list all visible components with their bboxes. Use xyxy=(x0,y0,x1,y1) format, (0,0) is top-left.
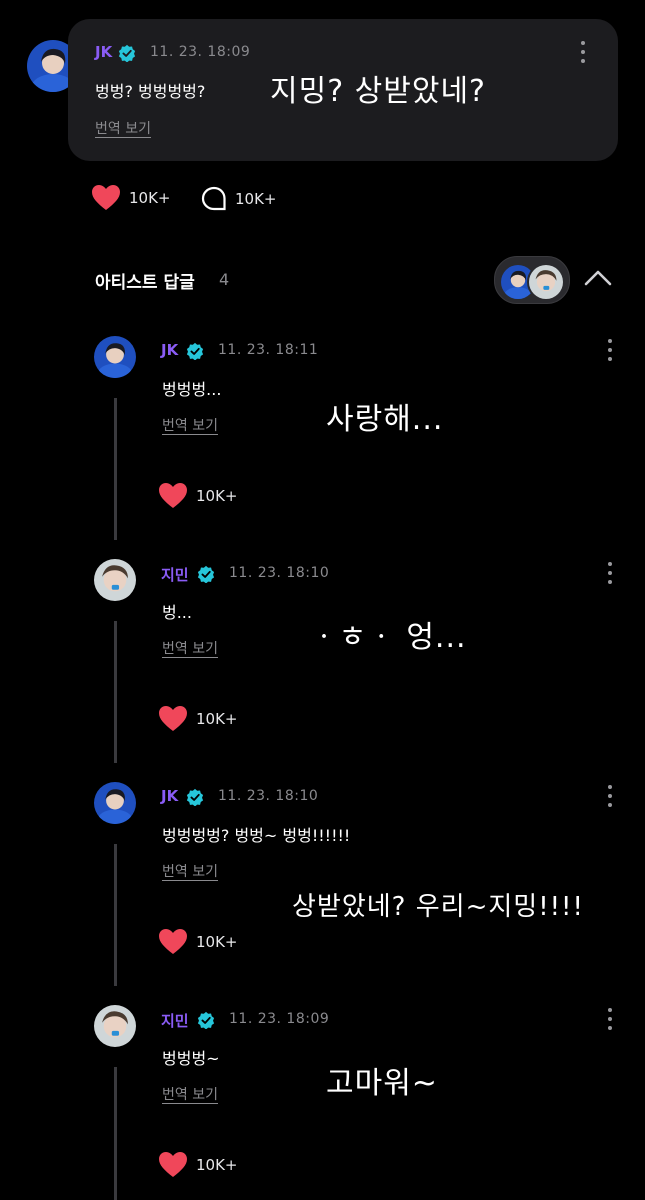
thread-line xyxy=(114,621,117,763)
reply-avatars-group[interactable] xyxy=(494,256,570,304)
heart-icon xyxy=(159,929,187,954)
reply-timestamp: 11. 23. 18:11 xyxy=(218,342,319,358)
thread-line xyxy=(114,1067,117,1200)
avatar-jk[interactable] xyxy=(94,336,136,378)
reply-message: 벙... xyxy=(162,603,192,622)
chevron-up-icon[interactable] xyxy=(583,266,613,288)
heart-icon xyxy=(92,185,120,210)
heart-icon xyxy=(159,483,187,508)
post-like-count: 10K+ xyxy=(129,188,171,207)
verified-badge-icon xyxy=(186,342,204,360)
kebab-menu-icon[interactable] xyxy=(607,562,613,584)
kebab-menu-icon[interactable] xyxy=(580,41,586,63)
reply-like-count: 10K+ xyxy=(196,1155,238,1174)
reply-message: 벙벙벙벙? 벙벙~ 벙벙!!!!!! xyxy=(162,826,351,845)
reply-like-count: 10K+ xyxy=(196,486,238,505)
reply-translate-link[interactable]: 번역 보기 xyxy=(162,861,218,881)
comment-thread-screen: JK 11. 23. 18:09 벙벙? 벙벙벙벙? 번역 보기 지밍? 상받았… xyxy=(0,0,645,1200)
reply-timestamp: 11. 23. 18:10 xyxy=(218,788,319,804)
overlay-caption: ㆍㅎㆍ 엉... xyxy=(310,620,467,655)
reply-author-name[interactable]: 지민 xyxy=(161,564,189,585)
avatar-jimin[interactable] xyxy=(94,1005,136,1047)
kebab-menu-icon[interactable] xyxy=(607,1008,613,1030)
reply-message: 벙벙벙~ xyxy=(162,1049,220,1068)
reply-timestamp: 11. 23. 18:10 xyxy=(229,565,330,581)
post-timestamp: 11. 23. 18:09 xyxy=(150,44,251,60)
kebab-menu-icon[interactable] xyxy=(607,785,613,807)
artist-replies-count: 4 xyxy=(219,270,230,289)
reply-translate-link[interactable]: 번역 보기 xyxy=(162,415,218,435)
reply-like-button[interactable]: 10K+ xyxy=(158,1151,238,1178)
reply-author-name[interactable]: JK xyxy=(161,341,178,359)
overlay-caption: 상받았네? 우리~지밍!!!! xyxy=(292,892,584,922)
post-author-name[interactable]: JK xyxy=(95,43,112,61)
avatar-jimin[interactable] xyxy=(94,559,136,601)
reply-like-count: 10K+ xyxy=(196,932,238,951)
reply-like-button[interactable]: 10K+ xyxy=(158,705,238,732)
heart-icon xyxy=(159,706,187,731)
comment-bubble-icon xyxy=(201,186,226,211)
artist-replies-title: 아티스트 답글 xyxy=(95,273,195,293)
post-message: 벙벙? 벙벙벙벙? xyxy=(95,82,206,101)
post-comment-button[interactable]: 10K+ xyxy=(201,186,277,212)
reply-like-button[interactable]: 10K+ xyxy=(158,482,238,509)
overlay-caption: 사랑해... xyxy=(326,402,444,437)
overlay-caption: 고마워~ xyxy=(326,1066,438,1101)
thread-line xyxy=(114,398,117,540)
avatar-jk[interactable] xyxy=(94,782,136,824)
reply-author-name[interactable]: 지민 xyxy=(161,1010,189,1031)
reply-timestamp: 11. 23. 18:09 xyxy=(229,1011,330,1027)
verified-badge-icon xyxy=(197,565,215,583)
reply-translate-link[interactable]: 번역 보기 xyxy=(162,638,218,658)
verified-badge-icon xyxy=(118,44,136,62)
post-like-button[interactable]: 10K+ xyxy=(91,184,171,211)
post-translate-link[interactable]: 번역 보기 xyxy=(95,118,151,138)
reply-message: 벙벙벙... xyxy=(162,380,222,399)
verified-badge-icon xyxy=(197,1011,215,1029)
kebab-menu-icon[interactable] xyxy=(607,339,613,361)
avatar-jimin xyxy=(527,263,565,301)
overlay-caption: 지밍? 상받았네? xyxy=(270,74,486,109)
post-comment-count: 10K+ xyxy=(235,190,277,208)
reply-like-count: 10K+ xyxy=(196,709,238,728)
reply-author-name[interactable]: JK xyxy=(161,787,178,805)
thread-line xyxy=(114,844,117,986)
verified-badge-icon xyxy=(186,788,204,806)
reply-like-button[interactable]: 10K+ xyxy=(158,928,238,955)
heart-icon xyxy=(159,1152,187,1177)
reply-translate-link[interactable]: 번역 보기 xyxy=(162,1084,218,1104)
